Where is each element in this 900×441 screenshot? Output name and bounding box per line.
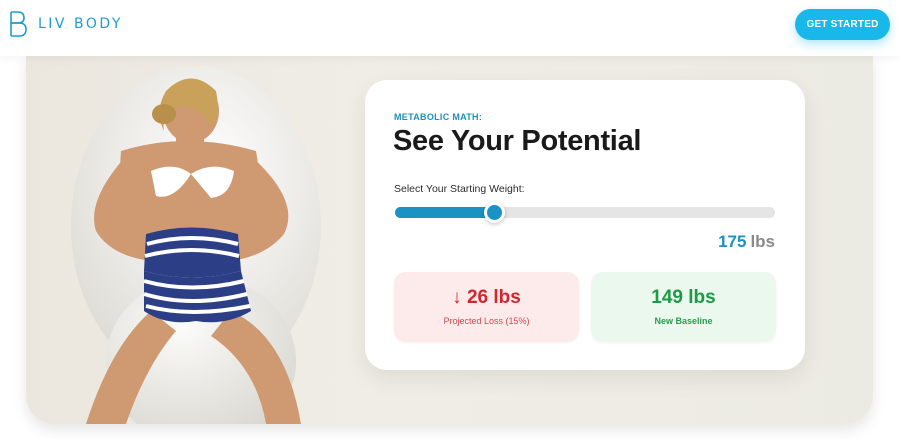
projected-loss-caption: Projected Loss (15%) — [443, 316, 530, 326]
new-baseline-box: 149 lbs New Baseline — [591, 272, 776, 342]
calculator-eyebrow: METABOLIC MATH: — [394, 112, 483, 122]
calculator-title: See Your Potential — [393, 125, 642, 157]
selected-weight-unit: lbs — [750, 232, 775, 251]
weight-slider-track[interactable] — [395, 202, 775, 223]
projected-loss-box: ↓ 26 lbs Projected Loss (15%) — [394, 272, 579, 342]
brand-logo[interactable]: LIV BODY — [8, 10, 123, 38]
site-header: LIV BODY GET STARTED — [0, 0, 900, 56]
weight-slider-label: Select Your Starting Weight: — [394, 183, 525, 195]
metabolic-calculator-card: METABOLIC MATH: See Your Potential Selec… — [365, 80, 805, 370]
projected-loss-number: 26 lbs — [466, 287, 521, 308]
logo-mark-icon — [10, 11, 27, 37]
hero-photo — [71, 66, 321, 424]
projected-loss-value: ↓ 26 lbs — [394, 287, 579, 309]
get-started-button[interactable]: GET STARTED — [795, 9, 890, 40]
weight-slider-thumb[interactable] — [483, 202, 505, 223]
selected-weight: 175 lbs — [718, 232, 775, 252]
weight-slider-fill — [395, 207, 494, 218]
hero-section: METABOLIC MATH: See Your Potential Selec… — [26, 56, 873, 424]
new-baseline-caption: New Baseline — [654, 316, 713, 326]
selected-weight-value: 175 — [718, 232, 747, 251]
down-arrow-icon: ↓ — [452, 287, 462, 308]
brand-name: LIV BODY — [38, 16, 123, 32]
new-baseline-value: 149 lbs — [651, 287, 716, 308]
